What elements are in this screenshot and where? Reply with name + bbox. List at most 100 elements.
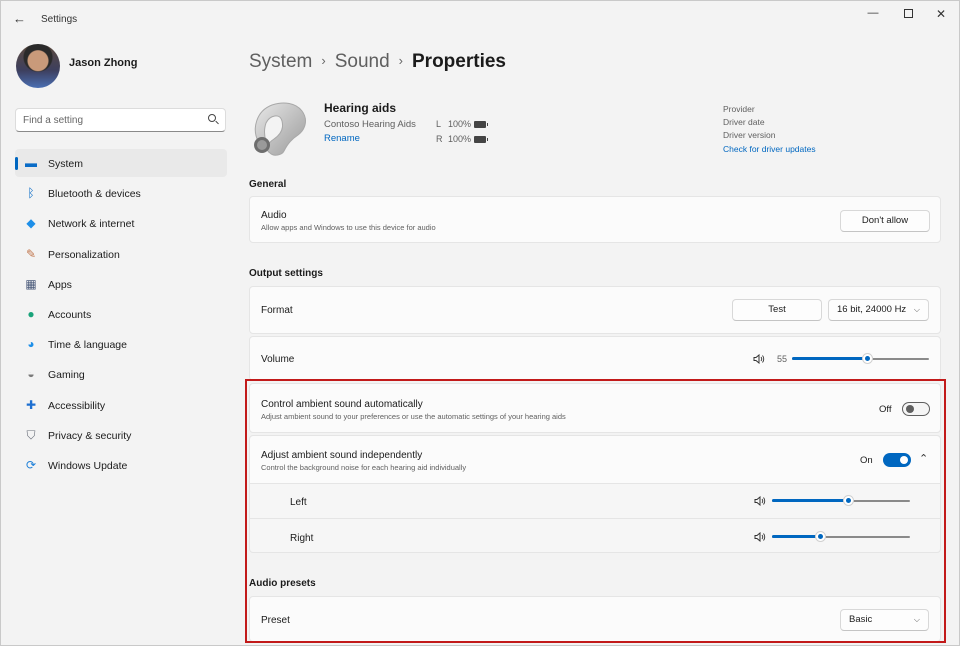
slider-thumb[interactable] [842,495,854,506]
bluetooth-icon: ᛒ [27,186,35,201]
speaker-icon[interactable] [753,354,765,364]
chevron-right-icon: › [398,53,403,68]
battery-percent: 100% [448,134,472,144]
sidebar-item-network-internet[interactable]: ◆ Network & internet [15,209,227,237]
right-ambient-slider[interactable] [772,531,910,543]
driver-date-label: Driver date [723,117,765,127]
wifi-icon: ◆ [26,216,36,231]
minimize-button[interactable]: — [859,7,887,21]
sidebar-item-accessibility[interactable]: ✚ Accessibility [15,391,227,419]
chevron-down-icon: ⌵ [913,305,920,314]
sidebar-item-privacy-security[interactable]: ⛉ Privacy & security [15,421,227,449]
preset-dropdown[interactable]: Basic ⌵ [840,609,929,631]
sidebar-item-label: Personalization [48,248,120,261]
sidebar-item-time-language[interactable]: ◕ Time & language [15,330,227,358]
back-arrow-icon[interactable]: ← [13,11,26,26]
hearing-aid-icon [254,102,306,156]
format-value: 16 bit, 24000 Hz [837,304,907,315]
sidebar-item-label: Apps [48,278,72,291]
control-ambient-toggle[interactable] [902,402,930,416]
breadcrumb-sound[interactable]: Sound [335,51,390,72]
update-icon: ⟳ [25,457,37,472]
adjust-ambient-toggle[interactable] [883,453,911,467]
battery-percent: 100% [448,119,472,129]
driver-version-label: Driver version [723,130,776,140]
slider-thumb[interactable] [861,353,873,364]
adjust-ambient-title: Adjust ambient sound independently [261,450,423,461]
sidebar-item-accounts[interactable]: ● Accounts [15,300,227,328]
close-button[interactable]: ✕ [927,7,955,21]
format-label: Format [261,305,293,316]
slider-fill [772,499,848,502]
battery-side-label: L [436,119,442,129]
control-ambient-title: Control ambient sound automatically [261,399,423,410]
toggle-knob [900,456,908,464]
globe-icon: ◕ [27,337,35,352]
gamepad-icon: ◒ [27,367,35,382]
speaker-icon[interactable] [754,532,766,542]
sidebar-item-label: System [48,158,84,170]
chevron-up-icon[interactable]: ⌃ [919,452,928,465]
dont-allow-button[interactable]: Don't allow [840,210,930,232]
toggle-knob [906,405,914,413]
sidebar-item-label: Accounts [48,308,92,321]
slider-fill [792,357,867,360]
speaker-icon[interactable] [754,496,766,506]
sidebar-item-system[interactable]: ▬ System [15,149,227,177]
preset-card: Preset Basic ⌵ [249,596,941,642]
person-icon: ● [27,306,35,321]
breadcrumb: System › Sound › Properties [249,51,506,73]
sidebar-item-apps[interactable]: ▦ Apps [15,270,227,298]
monitor-icon: ▬ [25,156,37,170]
chevron-right-icon: › [321,53,326,68]
device-manufacturer: Contoso Hearing Aids [324,119,416,130]
search-icon[interactable] [208,114,216,122]
maximize-button[interactable] [894,7,922,21]
slider-fill [772,535,820,538]
preset-value: Basic [849,614,873,625]
output-settings-heading: Output settings [249,268,323,279]
maximize-icon [903,9,913,18]
window-title: Settings [41,14,78,25]
chevron-down-icon: ⌵ [913,615,920,624]
apps-icon: ▦ [25,276,37,291]
format-dropdown[interactable]: 16 bit, 24000 Hz ⌵ [828,299,929,321]
adjust-ambient-card: Adjust ambient sound independently Contr… [249,435,941,553]
left-label: Left [290,497,307,508]
sidebar-item-bluetooth-devices[interactable]: ᛒ Bluetooth & devices [15,179,227,207]
sidebar-item-label: Time & language [48,339,127,352]
device-name: Hearing aids [324,101,397,115]
battery-icon [474,136,488,143]
preset-label: Preset [261,615,290,626]
search-box[interactable] [15,108,226,132]
sidebar-item-gaming[interactable]: ◒ Gaming [15,360,227,388]
volume-slider[interactable] [792,353,929,365]
user-name: Jason Zhong [69,57,138,69]
test-button[interactable]: Test [732,299,822,321]
sidebar-item-label: Bluetooth & devices [48,188,141,201]
battery-icon [474,121,488,128]
toggle-state-on: On [860,455,873,466]
check-driver-updates-link[interactable]: Check for driver updates [723,144,816,154]
adjust-ambient-header[interactable]: Adjust ambient sound independently Contr… [250,436,940,484]
breadcrumb-system[interactable]: System [249,51,312,72]
rename-link[interactable]: Rename [324,133,360,144]
audio-title: Audio [261,210,287,221]
volume-value: 55 [777,354,788,364]
sidebar-item-personalization[interactable]: ✎ Personalization [15,240,227,268]
left-ambient-slider[interactable] [772,495,910,507]
sidebar-item-windows-update[interactable]: ⟳ Windows Update [15,451,227,479]
format-card: Format Test 16 bit, 24000 Hz ⌵ [249,286,941,334]
sidebar-item-label: Accessibility [48,399,106,412]
battery-left: L 100% [436,119,488,129]
avatar[interactable] [16,44,60,88]
provider-label: Provider [723,104,755,114]
volume-label: Volume [261,354,295,365]
audio-card: Audio Allow apps and Windows to use this… [249,196,941,243]
search-input[interactable] [23,112,198,128]
slider-thumb[interactable] [814,531,826,542]
sidebar-nav: ▬ System ᛒ Bluetooth & devices ◆ Network & in… [15,149,227,481]
control-ambient-description: Adjust ambient sound to your preferences… [261,412,566,421]
audio-description: Allow apps and Windows to use this devic… [261,223,436,232]
volume-card: Volume 55 [249,336,941,381]
